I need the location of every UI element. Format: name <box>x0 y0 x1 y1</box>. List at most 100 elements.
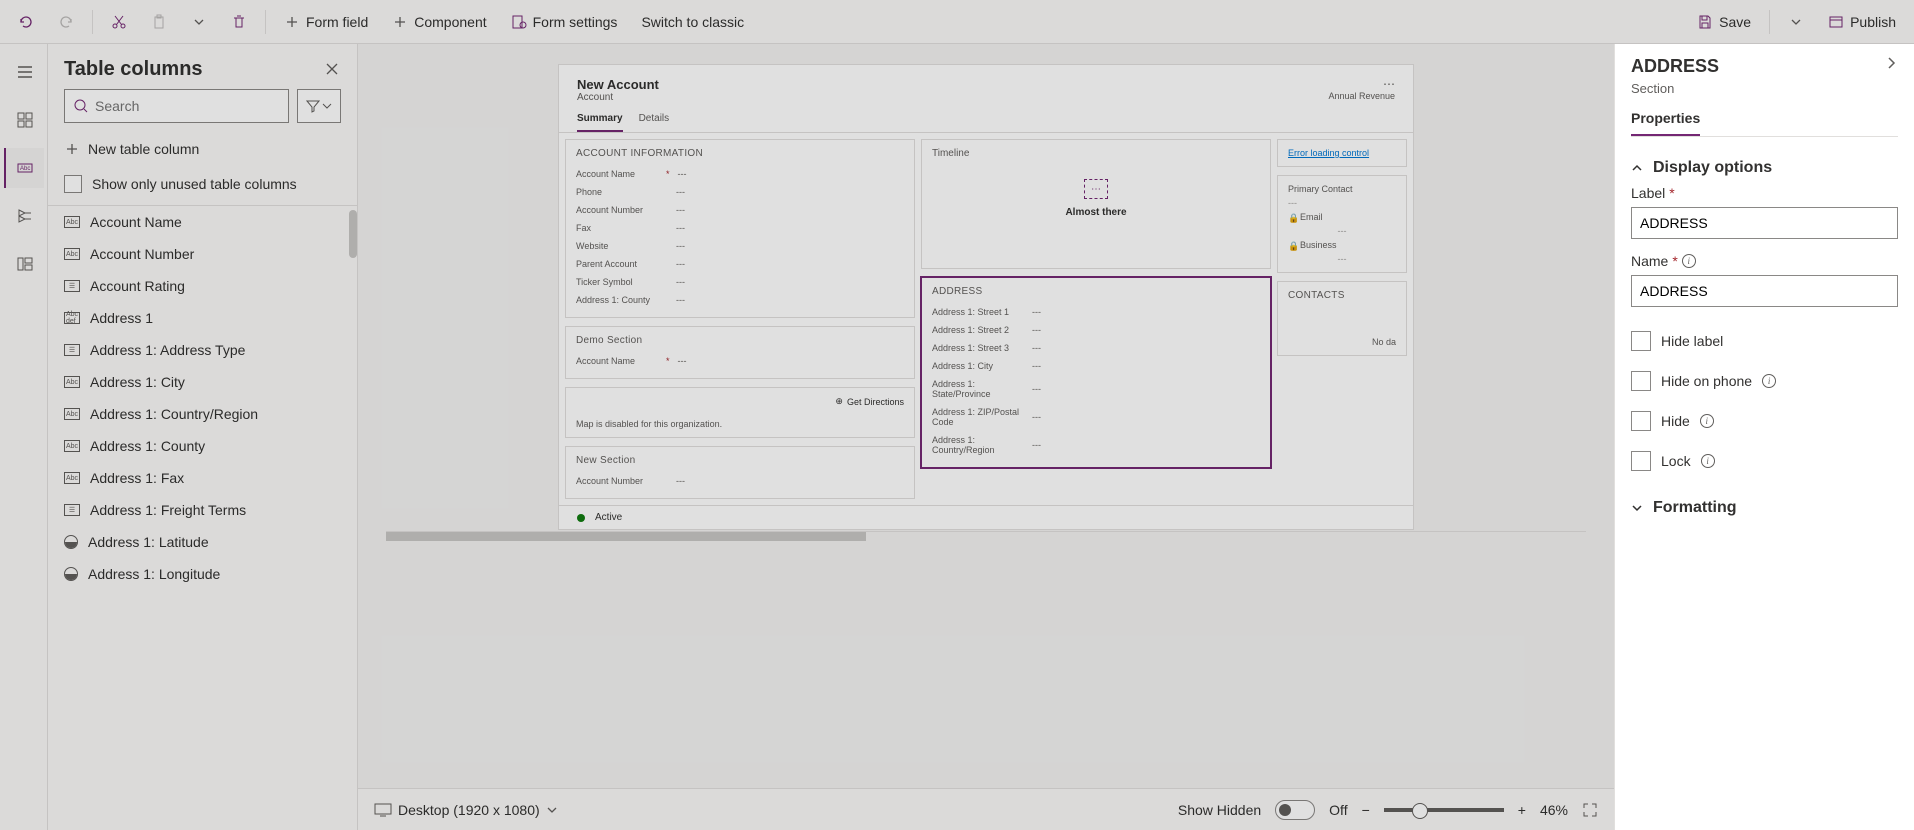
field-value: --- <box>1032 325 1260 335</box>
tab-properties[interactable]: Properties <box>1631 110 1700 136</box>
form-field-row[interactable]: Account Number--- <box>576 201 904 219</box>
publish-button[interactable]: Publish <box>1818 6 1906 38</box>
rail-components[interactable] <box>4 100 44 140</box>
form-field-row[interactable]: Address 1: Street 2--- <box>932 321 1260 339</box>
column-item[interactable]: AbcAccount Number <box>48 238 357 270</box>
form-field-row[interactable]: Address 1: Country/Region--- <box>932 431 1260 459</box>
info-icon[interactable]: i <box>1682 254 1696 268</box>
display-options-accordion[interactable]: Display options <box>1631 151 1898 185</box>
hide-checkbox[interactable] <box>1631 411 1651 431</box>
form-canvas[interactable]: New Account Account ⋯ Annual Revenue Sum… <box>558 64 1414 530</box>
search-input[interactable] <box>95 98 280 114</box>
rail-tree[interactable] <box>4 196 44 236</box>
paste-dropdown[interactable] <box>181 6 217 38</box>
form-field-row[interactable]: Address 1: City--- <box>932 357 1260 375</box>
desktop-icon <box>374 803 392 817</box>
column-item[interactable]: AbcAddress 1: County <box>48 430 357 462</box>
show-hidden-toggle[interactable] <box>1275 800 1315 820</box>
expand-panel-button[interactable] <box>1884 56 1898 70</box>
form-field-row[interactable]: Account Number--- <box>576 472 904 490</box>
column-item[interactable]: Address 1: Latitude <box>48 526 357 558</box>
rail-hamburger[interactable] <box>4 52 44 92</box>
lock-row[interactable]: Lock i <box>1631 441 1898 481</box>
form-field-row[interactable]: Phone--- <box>576 183 904 201</box>
info-icon[interactable]: i <box>1762 374 1776 388</box>
column-item[interactable]: Address 1: Longitude <box>48 558 357 590</box>
fit-to-screen-button[interactable] <box>1582 802 1598 818</box>
form-field-row[interactable]: Parent Account--- <box>576 255 904 273</box>
hide-row[interactable]: Hide i <box>1631 401 1898 441</box>
section-primary-contact[interactable]: Primary Contact --- 🔒Email --- 🔒Business… <box>1277 175 1407 273</box>
info-icon[interactable]: i <box>1701 454 1715 468</box>
section-new[interactable]: New Section Account Number--- <box>565 446 915 499</box>
section-map[interactable]: ⊕Get Directions Map is disabled for this… <box>565 387 915 438</box>
name-input[interactable] <box>1631 275 1898 307</box>
form-field-row[interactable]: Ticker Symbol--- <box>576 273 904 291</box>
info-icon[interactable]: i <box>1700 414 1714 428</box>
form-settings-button[interactable]: Form settings <box>501 6 628 38</box>
scrollbar-thumb[interactable] <box>349 210 357 258</box>
search-input-wrapper[interactable] <box>64 89 289 123</box>
undo-button[interactable] <box>8 6 44 38</box>
switch-classic-button[interactable]: Switch to classic <box>631 6 754 38</box>
lock-checkbox[interactable] <box>1631 451 1651 471</box>
form-field-row[interactable]: Address 1: County--- <box>576 291 904 309</box>
zoom-in-button[interactable]: + <box>1518 802 1526 818</box>
form-field-row[interactable]: Address 1: ZIP/Postal Code--- <box>932 403 1260 431</box>
form-field-row[interactable]: Account Name*--- <box>576 352 904 370</box>
rail-library[interactable] <box>4 244 44 284</box>
form-field-row[interactable]: Account Name*--- <box>576 165 904 183</box>
label-input[interactable] <box>1631 207 1898 239</box>
section-address[interactable]: ADDRESS Address 1: Street 1---Address 1:… <box>921 277 1271 468</box>
column-item[interactable]: AbcAddress 1: Fax <box>48 462 357 494</box>
section-contacts[interactable]: CONTACTS No da <box>1277 281 1407 356</box>
rail-columns[interactable]: Abc <box>4 148 44 188</box>
hide-on-phone-row[interactable]: Hide on phone i <box>1631 361 1898 401</box>
zoom-slider[interactable] <box>1384 808 1504 812</box>
column-item[interactable]: AbcdefAddress 1 <box>48 302 357 334</box>
column-item[interactable]: AbcAddress 1: Country/Region <box>48 398 357 430</box>
form-field-row[interactable]: Website--- <box>576 237 904 255</box>
column-item[interactable]: ☰Account Rating <box>48 270 357 302</box>
tab-details[interactable]: Details <box>639 113 670 132</box>
form-field-button[interactable]: Form field <box>274 6 378 38</box>
header-menu-dots[interactable]: ⋯ <box>1328 77 1395 91</box>
redo-button[interactable] <box>48 6 84 38</box>
error-loading-control-link[interactable]: Error loading control <box>1288 148 1396 158</box>
form-field-row[interactable]: Address 1: State/Province--- <box>932 375 1260 403</box>
new-table-column-button[interactable]: New table column <box>48 131 357 167</box>
section-right-1[interactable]: Error loading control <box>1277 139 1407 167</box>
column-item[interactable]: AbcAccount Name <box>48 206 357 238</box>
delete-button[interactable] <box>221 6 257 38</box>
hide-label-checkbox[interactable] <box>1631 331 1651 351</box>
paste-button[interactable] <box>141 6 177 38</box>
save-dropdown[interactable] <box>1778 6 1814 38</box>
cut-button[interactable] <box>101 6 137 38</box>
get-directions-link[interactable]: ⊕Get Directions <box>835 396 904 407</box>
columns-list[interactable]: AbcAccount NameAbcAccount Number☰Account… <box>48 205 357 830</box>
component-button[interactable]: Component <box>382 6 496 38</box>
column-item[interactable]: ☰Address 1: Freight Terms <box>48 494 357 526</box>
canvas-h-scrollbar[interactable] <box>372 530 1600 542</box>
form-field-row[interactable]: Fax--- <box>576 219 904 237</box>
zoom-out-button[interactable]: − <box>1362 802 1370 818</box>
show-unused-checkbox[interactable] <box>64 175 82 193</box>
column-item[interactable]: ☰Address 1: Address Type <box>48 334 357 366</box>
hide-label-row[interactable]: Hide label <box>1631 321 1898 361</box>
form-field-row[interactable]: Address 1: Street 1--- <box>932 303 1260 321</box>
hide-on-phone-checkbox[interactable] <box>1631 371 1651 391</box>
section-demo[interactable]: Demo Section Account Name*--- <box>565 326 915 379</box>
save-button[interactable]: Save <box>1687 6 1761 38</box>
tab-summary[interactable]: Summary <box>577 113 623 132</box>
filter-button[interactable] <box>297 89 341 123</box>
text-type-icon: Abc <box>64 216 80 228</box>
form-field-row[interactable]: Address 1: Street 3--- <box>932 339 1260 357</box>
section-timeline[interactable]: Timeline ⋯ Almost there <box>921 139 1271 269</box>
formatting-accordion[interactable]: Formatting <box>1631 491 1898 525</box>
show-unused-checkbox-row[interactable]: Show only unused table columns <box>48 167 357 205</box>
column-item[interactable]: AbcAddress 1: City <box>48 366 357 398</box>
section-account-information[interactable]: ACCOUNT INFORMATION Account Name*---Phon… <box>565 139 915 318</box>
viewport-selector[interactable]: Desktop (1920 x 1080) <box>374 802 558 818</box>
field-value: --- <box>676 205 904 215</box>
close-panel-button[interactable] <box>325 62 341 78</box>
